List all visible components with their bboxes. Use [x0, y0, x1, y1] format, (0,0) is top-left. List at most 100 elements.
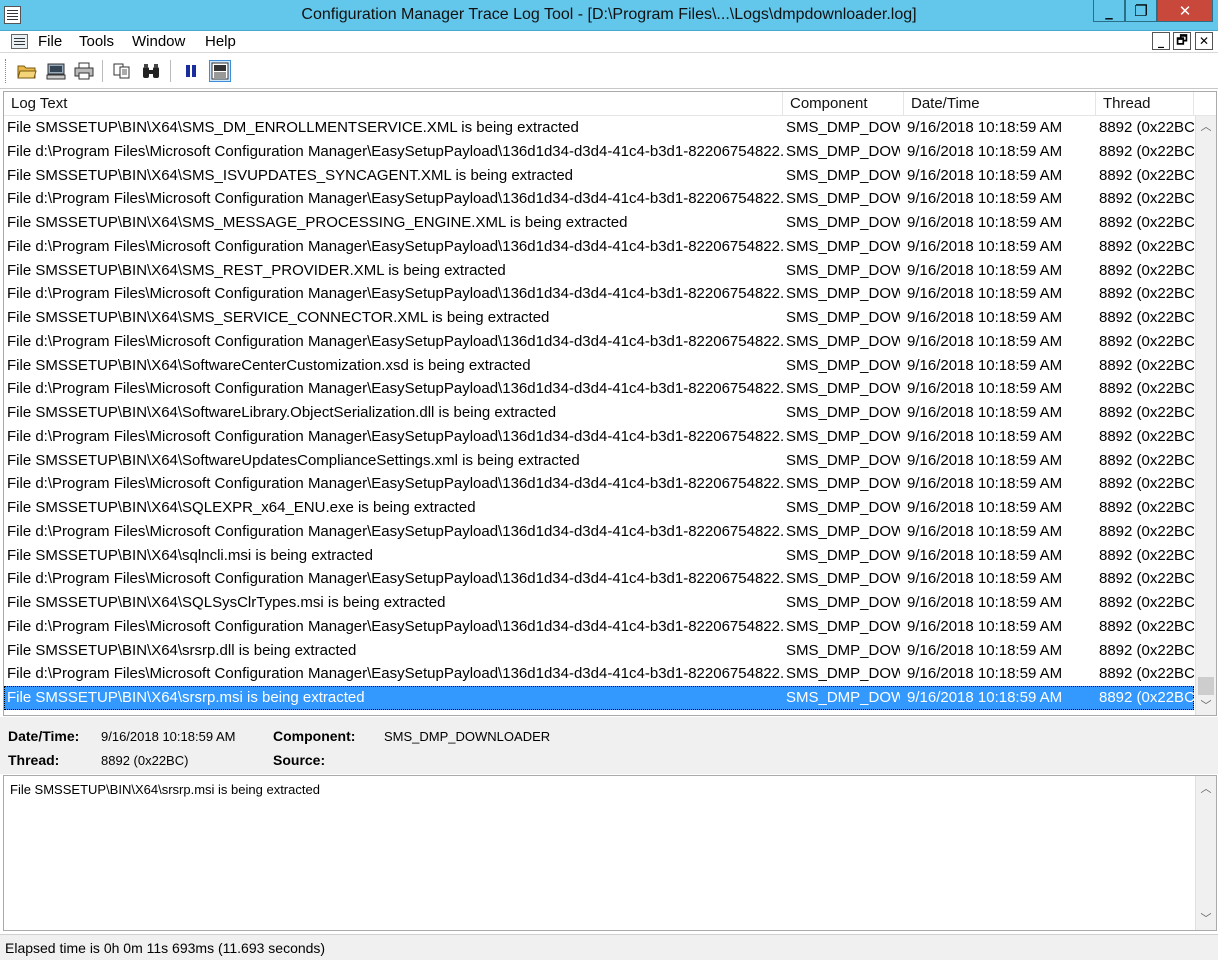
mdi-restore-button[interactable]: 🗗: [1173, 32, 1191, 50]
component-cell: SMS_DMP_DOWI: [786, 261, 900, 279]
table-row[interactable]: File SMSSETUP\BIN\X64\SoftwareCenterCust…: [4, 354, 1194, 378]
menu-tools[interactable]: Tools: [79, 33, 114, 50]
mdi-minimize-button[interactable]: _: [1152, 32, 1170, 50]
details-pane-icon[interactable]: [209, 60, 231, 82]
table-row[interactable]: File d:\Program Files\Microsoft Configur…: [4, 662, 1194, 686]
table-row[interactable]: File d:\Program Files\Microsoft Configur…: [4, 187, 1194, 211]
copy-icon[interactable]: [111, 60, 133, 82]
datetime-cell: 9/16/2018 10:18:59 AM: [907, 380, 1063, 398]
datetime-cell: 9/16/2018 10:18:59 AM: [907, 451, 1063, 469]
component-cell: SMS_DMP_DOWI: [786, 499, 900, 516]
minimize-button[interactable]: _: [1093, 0, 1125, 22]
datetime-cell: 9/16/2018 10:18:59 AM: [907, 142, 1063, 160]
component-cell: SMS_DMP_DOWI: [786, 451, 900, 469]
table-row[interactable]: File d:\Program Files\Microsoft Configur…: [4, 282, 1194, 306]
thread-cell: 8892 (0x22BC): [1099, 261, 1194, 279]
datetime-cell: 9/16/2018 10:18:59 AM: [907, 261, 1063, 279]
menu-window[interactable]: Window: [132, 33, 185, 50]
column-header-datetime[interactable]: Date/Time: [904, 92, 1096, 116]
menu-file[interactable]: File: [38, 33, 62, 50]
thread-cell: 8892 (0x22BC): [1099, 380, 1194, 398]
component-cell: SMS_DMP_DOWI: [786, 522, 900, 540]
thread-cell: 8892 (0x22BC): [1099, 475, 1194, 493]
print-icon[interactable]: [73, 60, 95, 82]
log-rows: File SMSSETUP\BIN\X64\SMS_DM_ENROLLMENTS…: [4, 116, 1194, 710]
column-header-thread[interactable]: Thread: [1096, 92, 1194, 116]
table-row[interactable]: File SMSSETUP\BIN\X64\SMS_DM_ENROLLMENTS…: [4, 116, 1194, 140]
open-icon[interactable]: [16, 60, 38, 82]
thread-cell: 8892 (0x22BC): [1099, 570, 1194, 588]
table-row[interactable]: File SMSSETUP\BIN\X64\SMS_SERVICE_CONNEC…: [4, 306, 1194, 330]
toolbar-grip[interactable]: [5, 59, 8, 83]
list-header: Log Text Component Date/Time Thread: [4, 92, 1216, 116]
close-button[interactable]: ✕: [1157, 0, 1213, 22]
datetime-cell: 9/16/2018 10:18:59 AM: [907, 522, 1063, 540]
log-text-cell: File SMSSETUP\BIN\X64\srsrp.dll is being…: [7, 641, 357, 659]
log-scrollbar[interactable]: ︿ ﹀: [1195, 116, 1216, 715]
column-header-component[interactable]: Component: [783, 92, 904, 116]
component-cell: SMS_DMP_DOWI: [786, 332, 900, 350]
table-row[interactable]: File SMSSETUP\BIN\X64\srsrp.msi is being…: [4, 686, 1194, 710]
table-row[interactable]: File d:\Program Files\Microsoft Configur…: [4, 330, 1194, 354]
datetime-cell: 9/16/2018 10:18:59 AM: [907, 427, 1063, 445]
message-scrollbar[interactable]: ︿ ﹀: [1195, 776, 1216, 930]
log-text-cell: File SMSSETUP\BIN\X64\SMS_SERVICE_CONNEC…: [7, 309, 550, 326]
log-text-cell: File SMSSETUP\BIN\X64\sqlncli.msi is bei…: [7, 546, 373, 564]
scroll-up-icon[interactable]: ︿: [1196, 116, 1216, 136]
table-row[interactable]: File d:\Program Files\Microsoft Configur…: [4, 472, 1194, 496]
scroll-down-icon[interactable]: ﹀: [1196, 695, 1216, 715]
table-row[interactable]: File SMSSETUP\BIN\X64\SMS_MESSAGE_PROCES…: [4, 211, 1194, 235]
table-row[interactable]: File SMSSETUP\BIN\X64\SoftwareUpdatesCom…: [4, 449, 1194, 473]
table-row[interactable]: File d:\Program Files\Microsoft Configur…: [4, 425, 1194, 449]
table-row[interactable]: File d:\Program Files\Microsoft Configur…: [4, 615, 1194, 639]
maximize-button[interactable]: ❐: [1125, 0, 1157, 22]
datetime-label: Date/Time:: [8, 728, 80, 744]
table-row[interactable]: File SMSSETUP\BIN\X64\sqlncli.msi is bei…: [4, 544, 1194, 568]
table-row[interactable]: File SMSSETUP\BIN\X64\srsrp.dll is being…: [4, 639, 1194, 663]
table-row[interactable]: File SMSSETUP\BIN\X64\SQLEXPR_x64_ENU.ex…: [4, 496, 1194, 520]
log-text-cell: File d:\Program Files\Microsoft Configur…: [7, 522, 783, 540]
table-row[interactable]: File d:\Program Files\Microsoft Configur…: [4, 520, 1194, 544]
datetime-value: 9/16/2018 10:18:59 AM: [101, 729, 236, 744]
component-cell: SMS_DMP_DOWI: [786, 214, 900, 231]
scroll-down-icon[interactable]: ﹀: [1196, 908, 1216, 928]
document-icon[interactable]: [11, 34, 28, 49]
table-row[interactable]: File SMSSETUP\BIN\X64\SoftwareLibrary.Ob…: [4, 401, 1194, 425]
table-row[interactable]: File SMSSETUP\BIN\X64\SQLSysClrTypes.msi…: [4, 591, 1194, 615]
log-text-cell: File d:\Program Files\Microsoft Configur…: [7, 142, 783, 160]
log-text-cell: File SMSSETUP\BIN\X64\SQLEXPR_x64_ENU.ex…: [7, 499, 476, 516]
log-text-cell: File d:\Program Files\Microsoft Configur…: [7, 617, 783, 635]
table-row[interactable]: File SMSSETUP\BIN\X64\SMS_REST_PROVIDER.…: [4, 259, 1194, 283]
open-on-server-icon[interactable]: [45, 60, 67, 82]
datetime-cell: 9/16/2018 10:18:59 AM: [907, 166, 1063, 184]
menu-help[interactable]: Help: [205, 33, 236, 50]
pause-icon[interactable]: [180, 60, 202, 82]
table-row[interactable]: File d:\Program Files\Microsoft Configur…: [4, 377, 1194, 401]
mdi-close-button[interactable]: ✕: [1195, 32, 1213, 50]
component-cell: SMS_DMP_DOWI: [786, 119, 900, 136]
component-cell: SMS_DMP_DOWI: [786, 356, 900, 374]
find-icon[interactable]: [140, 60, 162, 82]
component-cell: SMS_DMP_DOWI: [786, 427, 900, 445]
thread-cell: 8892 (0x22BC): [1099, 617, 1194, 635]
datetime-cell: 9/16/2018 10:18:59 AM: [907, 594, 1063, 611]
component-value: SMS_DMP_DOWNLOADER: [384, 729, 551, 744]
table-row[interactable]: File d:\Program Files\Microsoft Configur…: [4, 140, 1194, 164]
title-bar[interactable]: Configuration Manager Trace Log Tool - […: [0, 0, 1218, 31]
message-textbox[interactable]: File SMSSETUP\BIN\X64\srsrp.msi is being…: [3, 775, 1217, 931]
thread-cell: 8892 (0x22BC): [1099, 142, 1194, 160]
table-row[interactable]: File d:\Program Files\Microsoft Configur…: [4, 567, 1194, 591]
table-row[interactable]: File SMSSETUP\BIN\X64\SMS_ISVUPDATES_SYN…: [4, 164, 1194, 188]
menu-bar: File Tools Window Help _ 🗗 ✕: [0, 31, 1218, 53]
table-row[interactable]: File d:\Program Files\Microsoft Configur…: [4, 235, 1194, 259]
thread-cell: 8892 (0x22BC): [1099, 404, 1194, 421]
log-text-cell: File SMSSETUP\BIN\X64\SMS_ISVUPDATES_SYN…: [7, 166, 574, 184]
thread-cell: 8892 (0x22BC): [1099, 665, 1194, 683]
column-header-log-text[interactable]: Log Text: [4, 92, 783, 116]
scroll-up-icon[interactable]: ︿: [1196, 778, 1216, 798]
log-text-cell: File d:\Program Files\Microsoft Configur…: [7, 332, 783, 350]
thread-cell: 8892 (0x22BC): [1099, 522, 1194, 540]
thread-cell: 8892 (0x22BC): [1099, 166, 1194, 184]
scroll-thumb[interactable]: [1198, 677, 1214, 695]
log-list[interactable]: Log Text Component Date/Time Thread File…: [3, 91, 1217, 716]
